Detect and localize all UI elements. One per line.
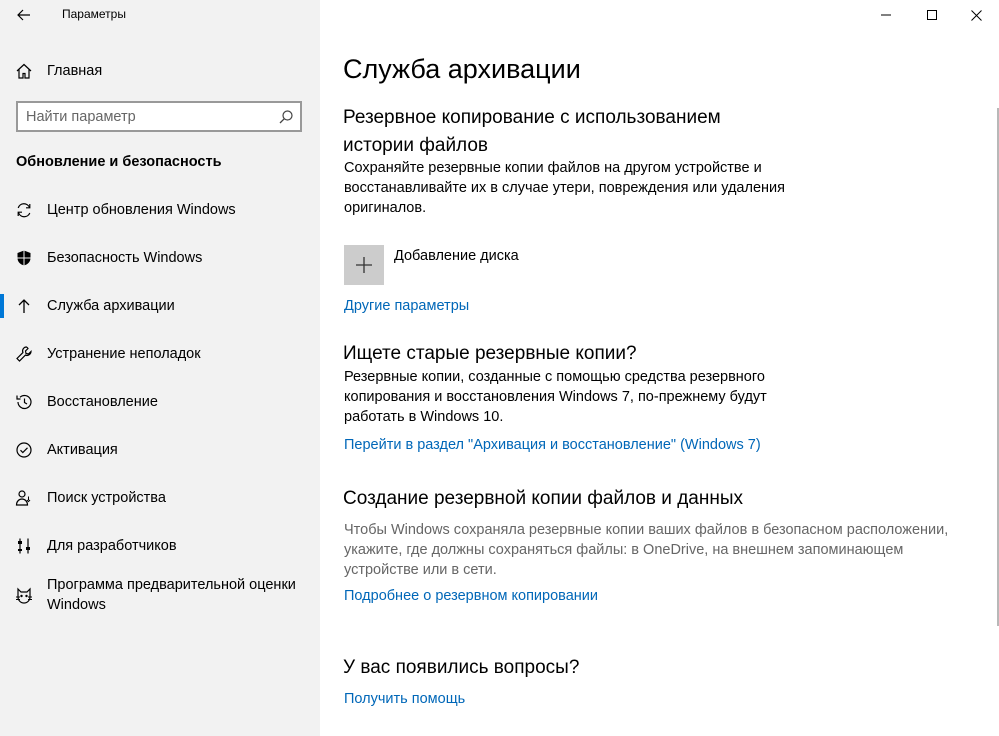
sidebar-item-label: Для разработчиков [47,538,177,554]
check-circle-icon [15,441,33,459]
back-button[interactable] [10,3,38,27]
old-backups-desc: Резервные копии, созданные с помощью сре… [344,369,765,385]
questions-heading: У вас появились вопросы? [343,657,580,678]
sidebar-section-title: Обновление и безопасность [16,154,222,170]
old-backups-desc: работать в Windows 10. [344,409,504,425]
backup-arrow-icon [15,297,33,315]
sidebar-item-backup[interactable]: Служба архивации [0,286,320,326]
wrench-icon [15,345,33,363]
minimize-button[interactable] [863,0,909,30]
sidebar-item-label: Восстановление [47,394,158,410]
create-backup-desc: Чтобы Windows сохраняла резервные копии … [344,522,949,538]
sidebar-item-label: Главная [47,63,103,79]
add-drive-button[interactable] [344,245,384,285]
search-icon[interactable] [278,109,294,125]
app-title: Параметры [62,7,126,21]
sidebar-item-developers[interactable]: Для разработчиков [0,526,320,566]
file-history-heading-line2: истории файлов [343,135,489,156]
sidebar-item-label: Устранение неполадок [47,346,201,362]
close-icon [970,9,982,21]
sidebar-item-activation[interactable]: Активация [0,430,320,470]
file-history-heading-line1: Резервное копирование с использованием [343,107,721,128]
back-arrow-icon [17,9,30,21]
sidebar-item-insider[interactable]: Программа предварительной оценки Windows [0,574,320,618]
learn-more-backup-link[interactable]: Подробнее о резервном копировании [344,586,598,606]
sidebar-item-find-device[interactable]: Поиск устройства [0,478,320,518]
sidebar-item-recovery[interactable]: Восстановление [0,382,320,422]
page-title: Служба архивации [343,54,581,84]
plus-icon [356,257,372,273]
home-icon [15,62,33,80]
maximize-button[interactable] [909,0,955,30]
sidebar-item-label: Программа предварительной оценки [47,577,296,593]
sidebar-item-label: Windows [47,597,106,613]
shield-icon [15,249,33,267]
sidebar-item-windows-security[interactable]: Безопасность Windows [0,238,320,278]
file-history-desc: Сохраняйте резервные копии файлов на дру… [344,160,762,176]
search-input[interactable] [26,107,266,127]
old-backups-heading: Ищете старые резервные копии? [343,343,637,364]
sidebar-item-home[interactable]: Главная [0,51,320,91]
sidebar-item-label: Служба архивации [47,298,175,314]
sidebar-item-troubleshoot[interactable]: Устранение неполадок [0,334,320,374]
create-backup-desc: устройстве или в сети. [344,562,497,578]
search-box[interactable] [16,101,302,132]
maximize-icon [927,10,937,20]
windows7-backup-link[interactable]: Перейти в раздел "Архивация и восстановл… [344,435,761,455]
create-backup-heading: Создание резервной копии файлов и данных [343,488,743,509]
main-content: Служба архивации Резервное копирование с… [320,0,999,736]
minimize-icon [881,14,891,16]
old-backups-desc: копирования и восстановления Windows 7, … [344,389,767,405]
close-button[interactable] [953,0,999,30]
sidebar-item-label: Центр обновления Windows [47,202,236,218]
create-backup-desc: укажите, где должны сохраняться файлы: в… [344,542,904,558]
insider-cat-icon [15,586,33,604]
add-drive-label[interactable]: Добавление диска [394,246,519,266]
person-pin-icon [15,489,33,507]
file-history-desc: оригиналов. [344,200,427,216]
history-icon [15,393,33,411]
more-options-link[interactable]: Другие параметры [344,296,469,316]
sidebar-item-windows-update[interactable]: Центр обновления Windows [0,190,320,230]
developer-sliders-icon [15,537,33,555]
get-help-link[interactable]: Получить помощь [344,689,465,709]
file-history-desc: восстанавливайте их в случае утери, повр… [344,180,785,196]
sidebar-item-label: Безопасность Windows [47,250,203,266]
sidebar-item-label: Активация [47,442,118,458]
sidebar: Параметры Главная Обновление и безопасно… [0,0,320,736]
sidebar-item-label: Поиск устройства [47,490,166,506]
sync-icon [15,201,33,219]
